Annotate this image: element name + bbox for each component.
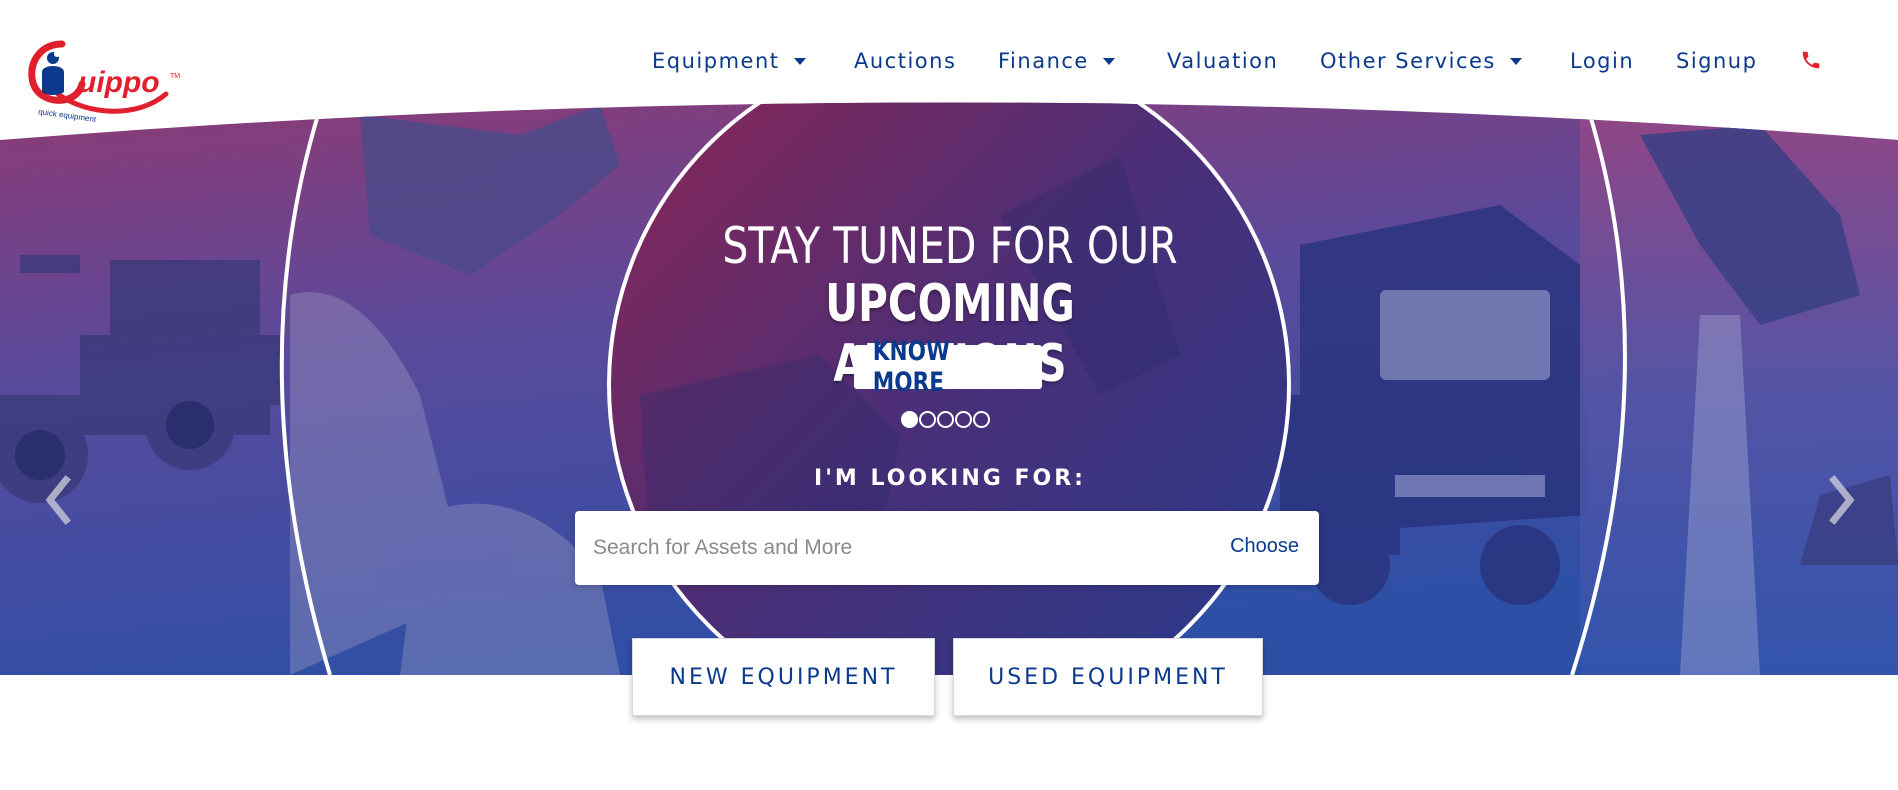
- nav-auctions-label: Auctions: [854, 49, 957, 73]
- nav-signup-label: Signup: [1676, 49, 1758, 73]
- caret-down-icon: [1509, 57, 1522, 65]
- new-equipment-button[interactable]: NEW EQUIPMENT: [632, 638, 935, 716]
- choose-category-button[interactable]: Choose: [1230, 535, 1299, 558]
- nav-finance[interactable]: Finance: [998, 46, 1115, 76]
- used-equipment-label: USED EQUIPMENT: [988, 664, 1228, 690]
- nav-valuation[interactable]: Valuation: [1167, 46, 1278, 76]
- looking-for-heading: I'M LOOKING FOR:: [814, 466, 1086, 491]
- quippo-logo-mark: uippo TM quick equipment: [28, 40, 180, 124]
- svg-text:TM: TM: [170, 73, 180, 80]
- caret-down-icon: [793, 57, 806, 65]
- nav-equipment[interactable]: Equipment: [652, 46, 806, 76]
- nav-signup[interactable]: Signup: [1676, 46, 1757, 76]
- know-more-label: KNOW MORE: [872, 336, 950, 398]
- know-more-button[interactable]: KNOW MORE: [854, 336, 1042, 398]
- nav-equipment-label: Equipment: [652, 49, 780, 73]
- caret-down-icon: [1102, 57, 1115, 65]
- nav-login-label: Login: [1570, 49, 1635, 73]
- carousel-dot[interactable]: [919, 411, 936, 428]
- nav-other-services[interactable]: Other Services: [1320, 46, 1522, 76]
- hero-headline-line1: STAY TUNED FOR OUR: [722, 217, 1178, 275]
- quippo-logo[interactable]: uippo TM quick equipment: [28, 36, 188, 124]
- nav-finance-label: Finance: [998, 49, 1089, 73]
- search-bar: Choose: [575, 511, 1319, 585]
- search-input[interactable]: [593, 511, 1153, 585]
- new-equipment-label: NEW EQUIPMENT: [669, 664, 898, 690]
- carousel-dot[interactable]: [937, 411, 954, 428]
- carousel-dot[interactable]: [955, 411, 972, 428]
- chevron-right-icon[interactable]: [1822, 470, 1862, 530]
- carousel-indicators: [901, 411, 991, 428]
- used-equipment-button[interactable]: USED EQUIPMENT: [953, 638, 1263, 716]
- nav-login[interactable]: Login: [1570, 46, 1634, 76]
- chevron-left-icon[interactable]: [38, 470, 78, 530]
- site-header: uippo TM quick equipment Equipment Aucti…: [0, 0, 1898, 124]
- svg-text:uippo: uippo: [78, 66, 160, 99]
- page: uippo TM quick equipment Equipment Aucti…: [0, 0, 1898, 790]
- nav-auctions[interactable]: Auctions: [854, 46, 956, 76]
- nav-valuation-label: Valuation: [1167, 49, 1279, 73]
- carousel-dot[interactable]: [973, 411, 990, 428]
- phone-icon[interactable]: [1800, 48, 1822, 72]
- nav-other-services-label: Other Services: [1320, 49, 1496, 73]
- carousel-dot[interactable]: [901, 411, 918, 428]
